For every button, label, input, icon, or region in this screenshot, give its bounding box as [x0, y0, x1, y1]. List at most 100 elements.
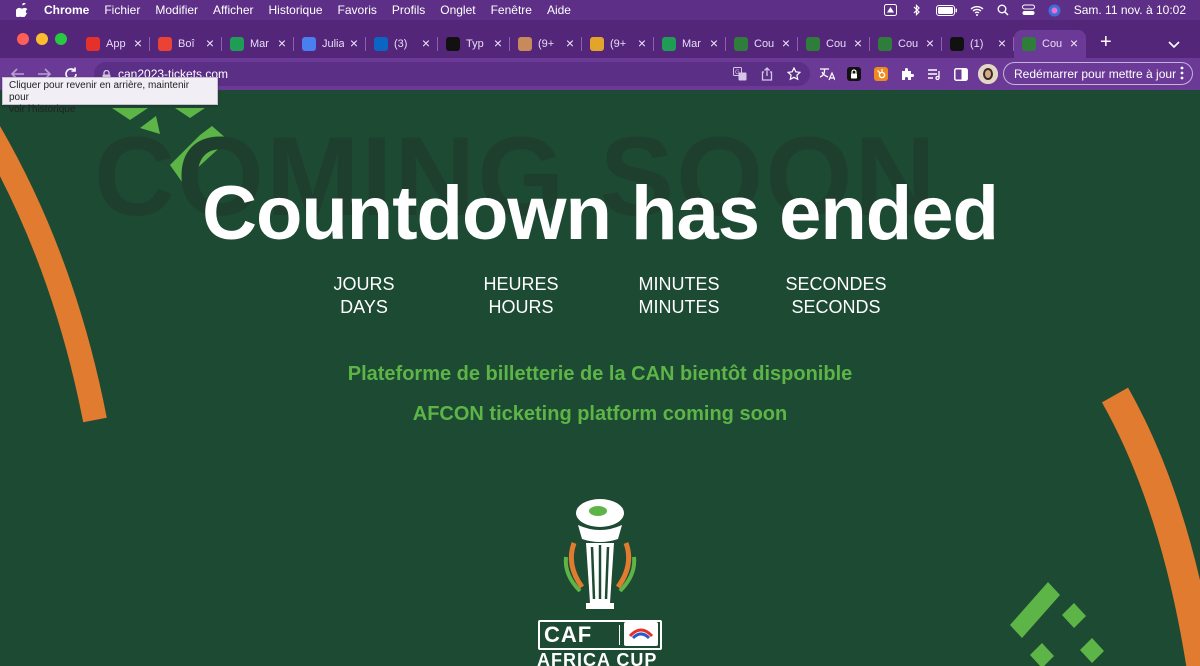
unit-label-en: MINUTES	[638, 297, 720, 317]
x-icon	[950, 37, 964, 51]
countdown-unit-hours: HEURES HOURS	[456, 273, 586, 319]
browser-tab[interactable]: Julia ×	[294, 30, 366, 58]
typeform-icon	[446, 37, 460, 51]
close-tab-icon[interactable]: ×	[494, 36, 502, 50]
siri-icon[interactable]	[1048, 4, 1062, 16]
close-tab-icon[interactable]: ×	[926, 36, 934, 50]
bell-icon	[590, 37, 604, 51]
new-tab-button[interactable]: +	[1100, 32, 1112, 52]
tab-label: (3)	[394, 38, 408, 50]
unit-label-fr: MINUTES	[638, 274, 720, 294]
control-center-icon[interactable]	[1022, 4, 1036, 16]
sheets-icon	[230, 37, 244, 51]
youtube-icon	[86, 37, 100, 51]
tab-label: Typ	[466, 38, 484, 50]
menu-chrome[interactable]: Chrome	[44, 3, 89, 17]
svg-text:G: G	[735, 69, 740, 76]
extensions-puzzle-icon[interactable]	[899, 66, 915, 82]
browser-tab[interactable]: Cou ×	[726, 30, 798, 58]
side-panel-icon[interactable]	[953, 66, 969, 82]
menu-onglet[interactable]: Onglet	[440, 3, 475, 17]
gmail-icon	[158, 37, 172, 51]
browser-tab[interactable]: Boî ×	[150, 30, 222, 58]
menu-aide[interactable]: Aide	[547, 3, 571, 17]
close-tab-icon[interactable]: ×	[998, 36, 1006, 50]
restart-to-update-button[interactable]: Redémarrer pour mettre à jour	[1003, 62, 1193, 85]
wifi-icon[interactable]	[970, 4, 984, 16]
browser-tab[interactable]: (3) ×	[366, 30, 438, 58]
drive-icon[interactable]	[884, 4, 898, 16]
tooltip-line-2: voir l'historique	[9, 104, 76, 115]
close-tab-icon[interactable]: ×	[1070, 36, 1078, 50]
menu-afficher[interactable]: Afficher	[213, 3, 253, 17]
tab-label: Cou	[826, 38, 847, 50]
browser-tab[interactable]: Cou ×	[798, 30, 870, 58]
bookmark-star-icon[interactable]	[786, 66, 802, 82]
can-mascot-icon	[1022, 37, 1036, 51]
tab-label: (9+	[610, 38, 627, 50]
web-page-content: COMING SOON Countdown has ended JOURS DA…	[0, 90, 1200, 666]
profile-avatar[interactable]	[978, 64, 998, 84]
countdown-unit-days: JOURS DAYS	[299, 273, 429, 319]
zoom-window-button[interactable]	[55, 33, 67, 45]
battery-icon[interactable]	[935, 4, 958, 16]
close-tab-icon[interactable]: ×	[638, 36, 646, 50]
close-tab-icon[interactable]: ×	[206, 36, 214, 50]
unit-label-en: HOURS	[488, 297, 554, 317]
more-options-icon[interactable]	[1180, 66, 1184, 83]
caf-logo-separator	[619, 625, 620, 645]
close-tab-icon[interactable]: ×	[566, 36, 574, 50]
close-tab-icon[interactable]: ×	[854, 36, 862, 50]
browser-tab[interactable]: Typ ×	[438, 30, 510, 58]
countdown-headline: Countdown has ended	[202, 171, 999, 256]
bottom-green-diamond-1	[1062, 603, 1086, 628]
calendar-icon	[302, 37, 316, 51]
browser-tab[interactable]: Mar ×	[222, 30, 294, 58]
bottom-green-stroke-1	[1010, 582, 1060, 638]
bluetooth-icon[interactable]	[910, 4, 924, 16]
menu-favoris[interactable]: Favoris	[338, 3, 377, 17]
tab-label: (1)	[970, 38, 984, 50]
browser-tab[interactable]: Cou ×	[1014, 30, 1086, 58]
tab-search-chevron-icon[interactable]	[1168, 36, 1180, 49]
menu-modifier[interactable]: Modifier	[155, 3, 198, 17]
totalenergies-logo-icon	[624, 622, 658, 646]
unit-label-fr: JOURS	[333, 274, 395, 294]
unit-label-fr: HEURES	[483, 274, 559, 294]
linkedin-icon	[374, 37, 388, 51]
close-tab-icon[interactable]: ×	[350, 36, 358, 50]
translate-icon[interactable]: G	[732, 66, 748, 82]
close-window-button[interactable]	[17, 33, 29, 45]
tooltip-line-1: Cliquer pour revenir en arrière, mainten…	[9, 80, 190, 103]
close-tab-icon[interactable]: ×	[278, 36, 286, 50]
extension-translate-icon[interactable]	[819, 66, 835, 82]
close-tab-icon[interactable]: ×	[710, 36, 718, 50]
tab-label: Cou	[1042, 38, 1063, 50]
browser-tab[interactable]: App ×	[78, 30, 150, 58]
can-mascot-icon	[734, 37, 748, 51]
browser-tab[interactable]: (9+ ×	[582, 30, 654, 58]
menu-bar-clock[interactable]: Sam. 11 nov. à 10:02	[1074, 3, 1186, 17]
share-icon[interactable]	[759, 66, 775, 82]
browser-tab[interactable]: Cou ×	[870, 30, 942, 58]
extension-lock-icon[interactable]	[846, 66, 862, 82]
menu-profils[interactable]: Profils	[392, 3, 425, 17]
close-tab-icon[interactable]: ×	[422, 36, 430, 50]
menu-fenetre[interactable]: Fenêtre	[491, 3, 532, 17]
spotlight-search-icon[interactable]	[996, 4, 1010, 16]
close-tab-icon[interactable]: ×	[134, 36, 142, 50]
reading-list-icon[interactable]	[926, 66, 942, 82]
menu-historique[interactable]: Historique	[269, 3, 323, 17]
browser-tab[interactable]: (1) ×	[942, 30, 1014, 58]
extension-hubspot-icon[interactable]	[873, 66, 889, 82]
browser-tab[interactable]: Mar ×	[654, 30, 726, 58]
right-orange-arc	[1101, 387, 1200, 666]
apple-icon[interactable]	[14, 3, 30, 17]
minimize-window-button[interactable]	[36, 33, 48, 45]
tab-label: Cou	[898, 38, 919, 50]
browser-tab[interactable]: (9+ ×	[510, 30, 582, 58]
menu-fichier[interactable]: Fichier	[104, 3, 140, 17]
tab-label: App	[106, 38, 126, 50]
close-tab-icon[interactable]: ×	[782, 36, 790, 50]
tab-label: Cou	[754, 38, 775, 50]
